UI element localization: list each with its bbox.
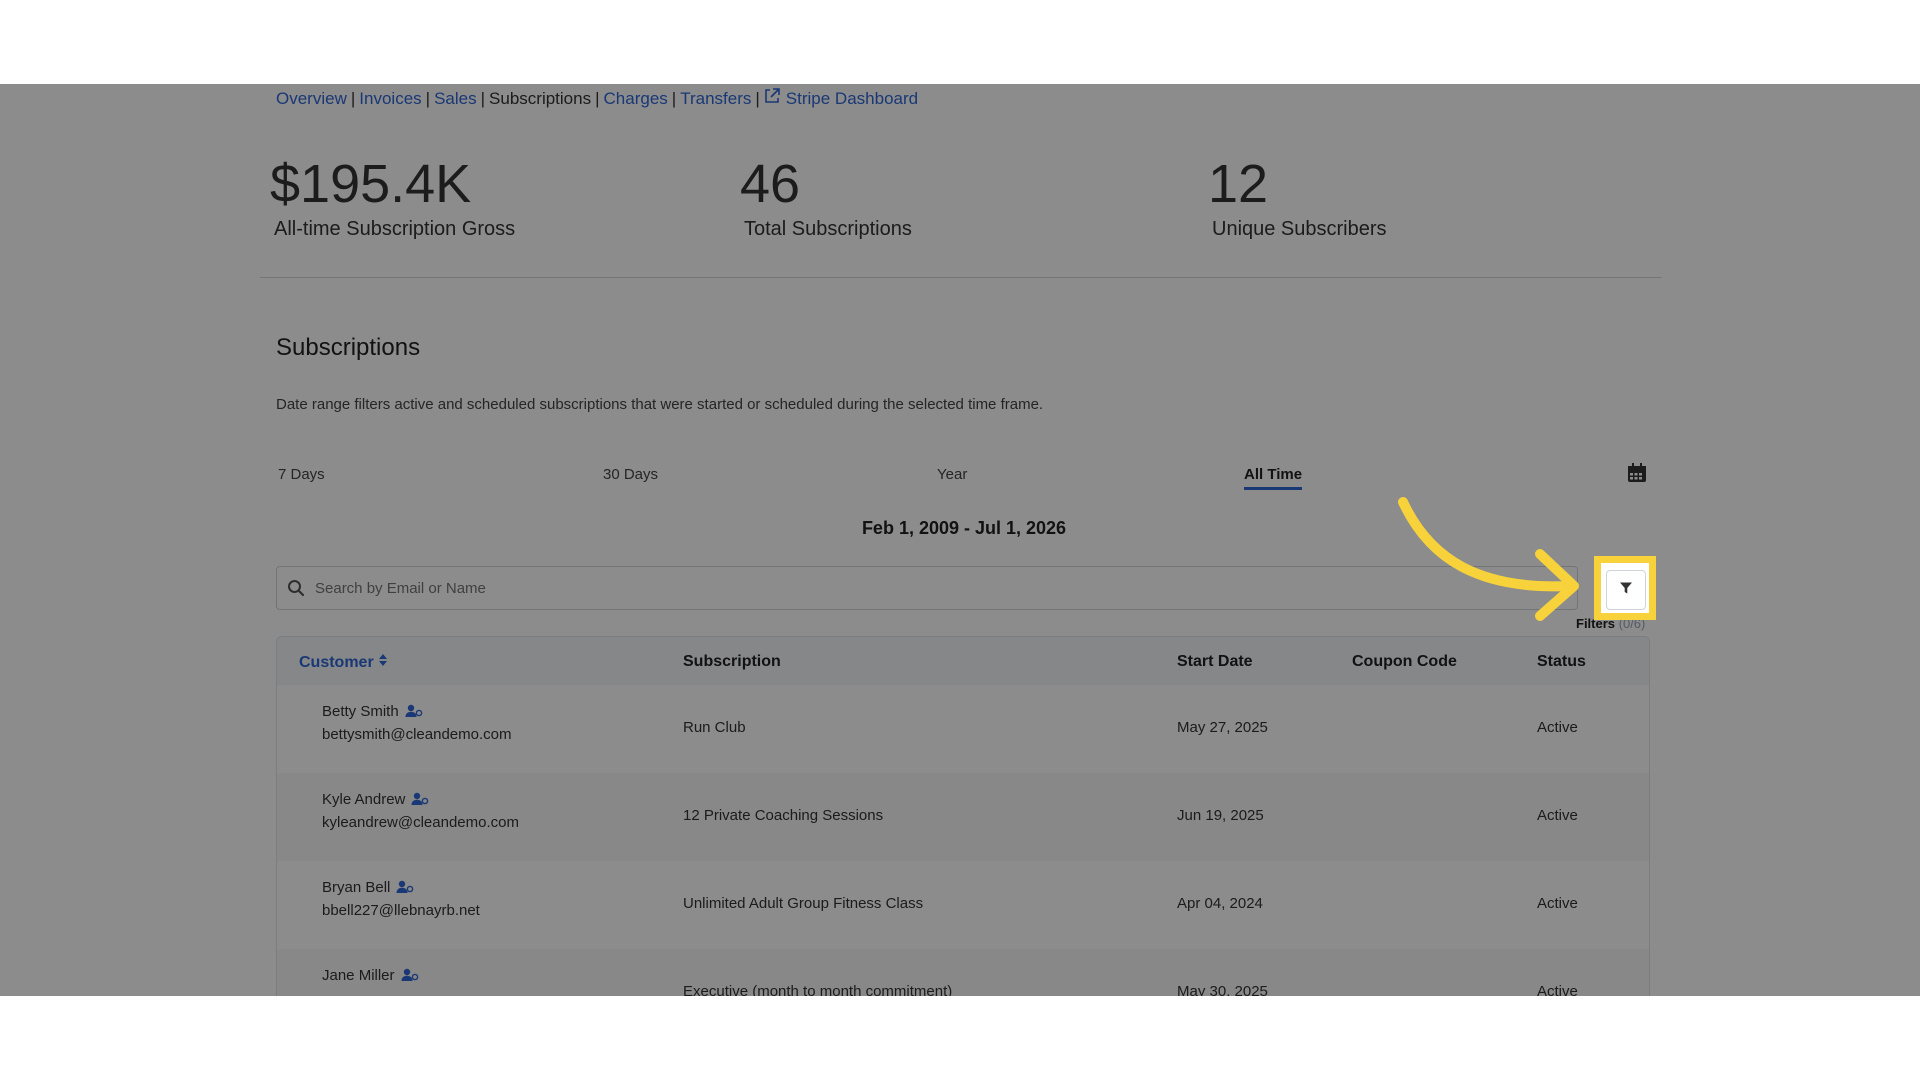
tab-7-days[interactable]: 7 Days bbox=[278, 466, 325, 483]
customer-name: Jane Miller bbox=[322, 967, 419, 986]
customer-cell: Bryan Bell bbell227@llebnayrb.net bbox=[322, 879, 480, 919]
status-cell: Active bbox=[1537, 895, 1578, 912]
status-cell: Active bbox=[1537, 807, 1578, 824]
status-column-header: Status bbox=[1537, 653, 1586, 670]
customer-email: bbell227@llebnayrb.net bbox=[322, 902, 480, 919]
search-box bbox=[276, 566, 1578, 610]
nav-separator: | bbox=[480, 89, 486, 108]
stat-total-label: Total Subscriptions bbox=[744, 218, 912, 240]
nav-charges[interactable]: Charges bbox=[604, 89, 668, 108]
calendar-icon[interactable] bbox=[1626, 462, 1648, 489]
customer-cell: Kyle Andrew kyleandrew@cleandemo.com bbox=[322, 791, 519, 831]
tab-30-days[interactable]: 30 Days bbox=[603, 466, 658, 483]
nav-separator: | bbox=[350, 89, 356, 108]
sort-icon bbox=[378, 654, 388, 671]
customer-name: Betty Smith bbox=[322, 703, 511, 722]
person-link-icon[interactable] bbox=[411, 792, 429, 810]
subscription-cell: Executive (month to month commitment) bbox=[683, 983, 953, 996]
filter-icon bbox=[1619, 581, 1633, 600]
table-row[interactable]: Jane Miller Executive (month to month co… bbox=[277, 949, 1649, 996]
subscription-cell: Unlimited Adult Group Fitness Class bbox=[683, 895, 924, 912]
table-row[interactable]: Kyle Andrew kyleandrew@cleandemo.com 12 … bbox=[277, 773, 1649, 861]
nav-subscriptions-current: Subscriptions bbox=[489, 89, 592, 108]
subscription-column-header: Subscription bbox=[683, 653, 781, 670]
customer-column-header[interactable]: Customer bbox=[299, 653, 388, 672]
nav-stripe-dashboard[interactable]: Stripe Dashboard bbox=[764, 88, 919, 109]
nav-transfers[interactable]: Transfers bbox=[680, 89, 751, 108]
person-link-icon[interactable] bbox=[396, 880, 414, 898]
nav-sales[interactable]: Sales bbox=[434, 89, 477, 108]
nav-separator: | bbox=[425, 89, 431, 108]
search-icon bbox=[287, 579, 305, 597]
nav-overview[interactable]: Overview bbox=[276, 89, 347, 108]
subscription-cell: Run Club bbox=[683, 719, 746, 736]
customer-cell: Betty Smith bettysmith@cleandemo.com bbox=[322, 703, 511, 743]
table-row[interactable]: Betty Smith bettysmith@cleandemo.com Run… bbox=[277, 685, 1649, 773]
start-date-column-header: Start Date bbox=[1177, 653, 1253, 670]
start-date-cell: May 27, 2025 bbox=[1177, 719, 1268, 736]
nav-separator: | bbox=[595, 89, 600, 108]
subscriptions-page: Overview | Invoices | Sales | Subscriptions | Ch… bbox=[0, 84, 1920, 996]
nav-invoices[interactable]: Invoices bbox=[359, 89, 421, 108]
filter-button[interactable] bbox=[1606, 570, 1646, 610]
external-link-icon bbox=[764, 88, 780, 109]
person-link-icon[interactable] bbox=[405, 704, 423, 722]
person-link-icon[interactable] bbox=[401, 968, 419, 986]
nav-stripe-dashboard-label: Stripe Dashboard bbox=[785, 89, 919, 108]
stat-unique-value: 12 bbox=[1208, 154, 1269, 214]
stat-gross-value: $195.4K bbox=[270, 154, 472, 214]
stat-unique-label: Unique Subscribers bbox=[1212, 218, 1387, 240]
table-header: Customer Subscription Start Date Coupon … bbox=[277, 637, 1649, 685]
customer-name: Kyle Andrew bbox=[322, 791, 519, 810]
start-date-cell: Jun 19, 2025 bbox=[1177, 807, 1264, 824]
status-cell: Active bbox=[1537, 983, 1578, 996]
nav-separator: | bbox=[671, 89, 677, 108]
section-description: Date range filters active and scheduled … bbox=[276, 396, 1044, 413]
coupon-code-column-header: Coupon Code bbox=[1352, 653, 1457, 670]
selected-date-range: Feb 1, 2009 - Jul 1, 2026 bbox=[861, 518, 1067, 538]
customer-email: bettysmith@cleandemo.com bbox=[322, 726, 512, 743]
start-date-cell: Apr 04, 2024 bbox=[1177, 895, 1263, 912]
stat-gross-label: All-time Subscription Gross bbox=[274, 218, 516, 240]
top-nav: Overview | Invoices | Sales | Subscriptions | Ch… bbox=[276, 88, 918, 109]
status-cell: Active bbox=[1537, 719, 1578, 736]
start-date-cell: May 30, 2025 bbox=[1177, 983, 1268, 996]
divider bbox=[260, 277, 1662, 278]
pointer-arrow-icon bbox=[1398, 497, 1579, 621]
subscription-cell: 12 Private Coaching Sessions bbox=[683, 807, 884, 824]
nav-separator: | bbox=[755, 89, 760, 108]
subscriptions-table: Customer Subscription Start Date Coupon … bbox=[276, 636, 1650, 996]
search-input[interactable] bbox=[313, 578, 1517, 598]
tab-all-time[interactable]: All Time bbox=[1244, 466, 1303, 490]
stat-total-value: 46 bbox=[740, 154, 801, 214]
stat-unique-subscribers: 12 Unique Subscribers bbox=[1208, 154, 1387, 241]
customer-name: Bryan Bell bbox=[322, 879, 480, 898]
table-row[interactable]: Bryan Bell bbell227@llebnayrb.net Unlimi… bbox=[277, 861, 1649, 949]
tab-year[interactable]: Year bbox=[937, 466, 967, 483]
stat-total-subscriptions: 46 Total Subscriptions bbox=[740, 154, 912, 241]
customer-header-label: Customer bbox=[299, 654, 374, 671]
customer-email: kyleandrew@cleandemo.com bbox=[322, 814, 519, 831]
stat-gross: $195.4K All-time Subscription Gross bbox=[270, 154, 515, 241]
customer-cell: Jane Miller bbox=[322, 967, 419, 990]
section-title: Subscriptions bbox=[276, 334, 421, 361]
